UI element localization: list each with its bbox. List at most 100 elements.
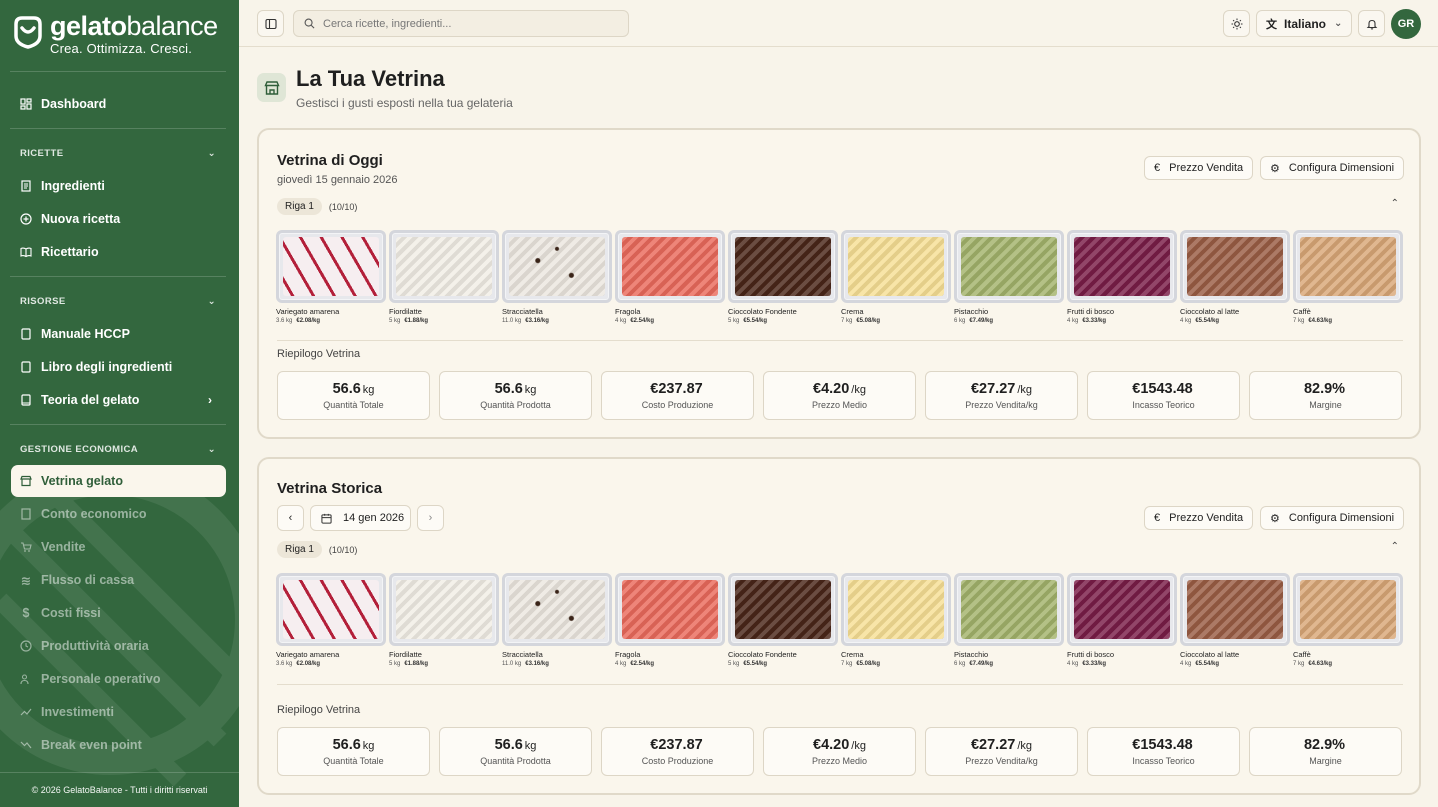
tub-container[interactable] bbox=[728, 230, 838, 303]
search-bar[interactable] bbox=[293, 10, 629, 37]
flavor-name: Frutti di bosco bbox=[1067, 650, 1115, 659]
tub-container[interactable] bbox=[276, 573, 386, 646]
flavor-tub[interactable]: Cioccolato Fondente 5 kg €5.54/kg bbox=[728, 573, 841, 667]
notifications-button[interactable] bbox=[1358, 10, 1385, 37]
sidebar-item-costi-fissi[interactable]: $ Costi fissi bbox=[11, 597, 226, 629]
flavor-tub[interactable]: Frutti di bosco 4 kg €3.33/kg bbox=[1067, 230, 1180, 324]
flavor-tub[interactable]: Fiordilatte 5 kg €1.88/kg bbox=[389, 573, 502, 667]
flavor-tub[interactable]: Variegato amarena 3.6 kg €2.08/kg bbox=[276, 230, 389, 324]
tub-container[interactable] bbox=[954, 573, 1064, 646]
language-select[interactable]: 文 Italiano ⌄ bbox=[1256, 10, 1352, 37]
flavor-tub[interactable]: Frutti di bosco 4 kg €3.33/kg bbox=[1067, 573, 1180, 667]
toggle-sidebar-button[interactable] bbox=[257, 10, 284, 37]
sidebar-item-vetrina-gelato[interactable]: Vetrina gelato bbox=[11, 465, 226, 497]
tub-container[interactable] bbox=[728, 573, 838, 646]
sidebar-item-personale[interactable]: Personale operativo bbox=[11, 663, 226, 695]
flavor-meta: 4 kg €5.54/kg bbox=[1180, 661, 1293, 667]
flavor-tub[interactable]: Cioccolato al latte 4 kg €5.54/kg bbox=[1180, 230, 1293, 324]
chevron-up-icon[interactable]: ⌃ bbox=[1391, 541, 1399, 552]
tub-container[interactable] bbox=[389, 230, 499, 303]
gelato-fill bbox=[622, 580, 718, 639]
card-title: Vetrina Storica bbox=[277, 480, 383, 497]
sale-price-button[interactable]: € Prezzo Vendita bbox=[1144, 156, 1254, 180]
flavor-price: €5.54/kg bbox=[1195, 661, 1220, 667]
sidebar-item-ricettario[interactable]: Ricettario bbox=[11, 236, 226, 268]
flavor-tub[interactable]: Stracciatella 11.0 kg €3.16/kg bbox=[502, 573, 615, 667]
theme-toggle-button[interactable] bbox=[1223, 10, 1250, 37]
flavor-tub[interactable]: Fragola 4 kg €2.54/kg bbox=[615, 573, 728, 667]
tub-container[interactable] bbox=[1293, 573, 1403, 646]
flavor-tub[interactable]: Pistacchio 6 kg €7.49/kg bbox=[954, 230, 1067, 324]
tub-container[interactable] bbox=[502, 230, 612, 303]
sidebar-item-vendite[interactable]: Vendite bbox=[11, 531, 226, 563]
flavor-name: Pistacchio bbox=[954, 307, 989, 316]
sidebar-item-flusso-cassa[interactable]: ≋ Flusso di cassa bbox=[11, 564, 226, 596]
row-indicator: Riga 1 (10/10) bbox=[277, 198, 357, 215]
sidebar-item-teoria-gelato[interactable]: Teoria del gelato › bbox=[11, 384, 226, 416]
flavor-tub[interactable]: Caffè 7 kg €4.63/kg bbox=[1293, 573, 1406, 667]
sidebar-item-produttivita[interactable]: Produttività oraria bbox=[11, 630, 226, 662]
sidebar-item-nuova-ricetta[interactable]: Nuova ricetta bbox=[11, 203, 226, 235]
sidebar-item-break-even[interactable]: Break even point bbox=[11, 729, 226, 761]
tub-container[interactable] bbox=[1067, 573, 1177, 646]
flavor-tub[interactable]: Caffè 7 kg €4.63/kg bbox=[1293, 230, 1406, 324]
sidebar-item-investimenti[interactable]: Investimenti bbox=[11, 696, 226, 728]
waves-icon: ≋ bbox=[20, 573, 32, 588]
flavor-tub[interactable]: Cioccolato Fondente 5 kg €5.54/kg bbox=[728, 230, 841, 324]
stat-label: Costo Produzione bbox=[641, 400, 714, 410]
tub-container[interactable] bbox=[615, 573, 725, 646]
sale-price-button[interactable]: € Prezzo Vendita bbox=[1144, 506, 1254, 530]
tub-container[interactable] bbox=[1180, 573, 1290, 646]
search-input[interactable] bbox=[323, 17, 613, 30]
tub-container[interactable] bbox=[1293, 230, 1403, 303]
sidebar-item-conto-economico[interactable]: Conto economico bbox=[11, 498, 226, 530]
summary-stat: 56.6 kg Quantità Totale bbox=[277, 727, 430, 776]
book-open-icon bbox=[20, 246, 32, 258]
stat-value: €1543.48 bbox=[1132, 737, 1193, 753]
tub-container[interactable] bbox=[615, 230, 725, 303]
configure-dimensions-button[interactable]: ⚙ Configura Dimensioni bbox=[1260, 156, 1405, 180]
brand-logo[interactable]: gelatobalance Crea. Ottimizza. Cresci. bbox=[10, 12, 218, 56]
chevron-up-icon[interactable]: ⌃ bbox=[1391, 198, 1399, 209]
tub-container[interactable] bbox=[389, 573, 499, 646]
flavor-price: €3.33/kg bbox=[1082, 318, 1107, 324]
flavor-tub[interactable]: Fragola 4 kg €2.54/kg bbox=[615, 230, 728, 324]
summary-stat: 56.6 kg Quantità Prodotta bbox=[439, 727, 592, 776]
sidebar-item-manuale-hccp[interactable]: Manuale HCCP bbox=[11, 318, 226, 350]
flavor-row: Variegato amarena 3.6 kg €2.08/kg Fiordilat… bbox=[276, 573, 1406, 667]
tub-container[interactable] bbox=[276, 230, 386, 303]
previous-day-button[interactable]: ‹ bbox=[277, 505, 304, 531]
flavor-tub[interactable]: Crema 7 kg €5.08/kg bbox=[841, 230, 954, 324]
tub-container[interactable] bbox=[502, 573, 612, 646]
stat-value: 82.9% bbox=[1303, 737, 1346, 753]
section-header-ricette[interactable]: RICETTE ⌄ bbox=[20, 148, 216, 159]
sidebar-item-libro-ingredienti[interactable]: Libro degli ingredienti bbox=[11, 351, 226, 383]
flavor-tub[interactable]: Pistacchio 6 kg €7.49/kg bbox=[954, 573, 1067, 667]
sidebar-item-ingredienti[interactable]: Ingredienti bbox=[11, 170, 226, 202]
sidebar-item-label: Break even point bbox=[41, 738, 142, 752]
tub-container[interactable] bbox=[1067, 230, 1177, 303]
flavor-tub[interactable]: Cioccolato al latte 4 kg €5.54/kg bbox=[1180, 573, 1293, 667]
clock-icon bbox=[20, 640, 32, 652]
configure-dimensions-button[interactable]: ⚙ Configura Dimensioni bbox=[1260, 506, 1405, 530]
stat-value: €27.27/kg bbox=[970, 737, 1033, 753]
flavor-name: Fiordilatte bbox=[389, 307, 422, 316]
flavor-qty: 7 kg bbox=[1293, 661, 1305, 667]
sidebar-item-dashboard[interactable]: Dashboard bbox=[11, 88, 226, 120]
tub-container[interactable] bbox=[841, 573, 951, 646]
flavor-tub[interactable]: Crema 7 kg €5.08/kg bbox=[841, 573, 954, 667]
flavor-tub[interactable]: Fiordilatte 5 kg €1.88/kg bbox=[389, 230, 502, 324]
flavor-tub[interactable]: Variegato amarena 3.6 kg €2.08/kg bbox=[276, 573, 389, 667]
next-day-button[interactable]: › bbox=[417, 505, 444, 531]
tub-container[interactable] bbox=[954, 230, 1064, 303]
date-picker[interactable]: 14 gen 2026 bbox=[310, 505, 411, 531]
flavor-meta: 7 kg €5.08/kg bbox=[841, 661, 954, 667]
flavor-qty: 7 kg bbox=[841, 661, 853, 667]
tub-container[interactable] bbox=[1180, 230, 1290, 303]
avatar[interactable]: GR bbox=[1391, 9, 1421, 39]
divider bbox=[10, 424, 226, 425]
section-header-gestione[interactable]: GESTIONE ECONOMICA ⌄ bbox=[20, 444, 216, 455]
section-header-risorse[interactable]: RISORSE ⌄ bbox=[20, 296, 216, 307]
flavor-tub[interactable]: Stracciatella 11.0 kg €3.16/kg bbox=[502, 230, 615, 324]
tub-container[interactable] bbox=[841, 230, 951, 303]
